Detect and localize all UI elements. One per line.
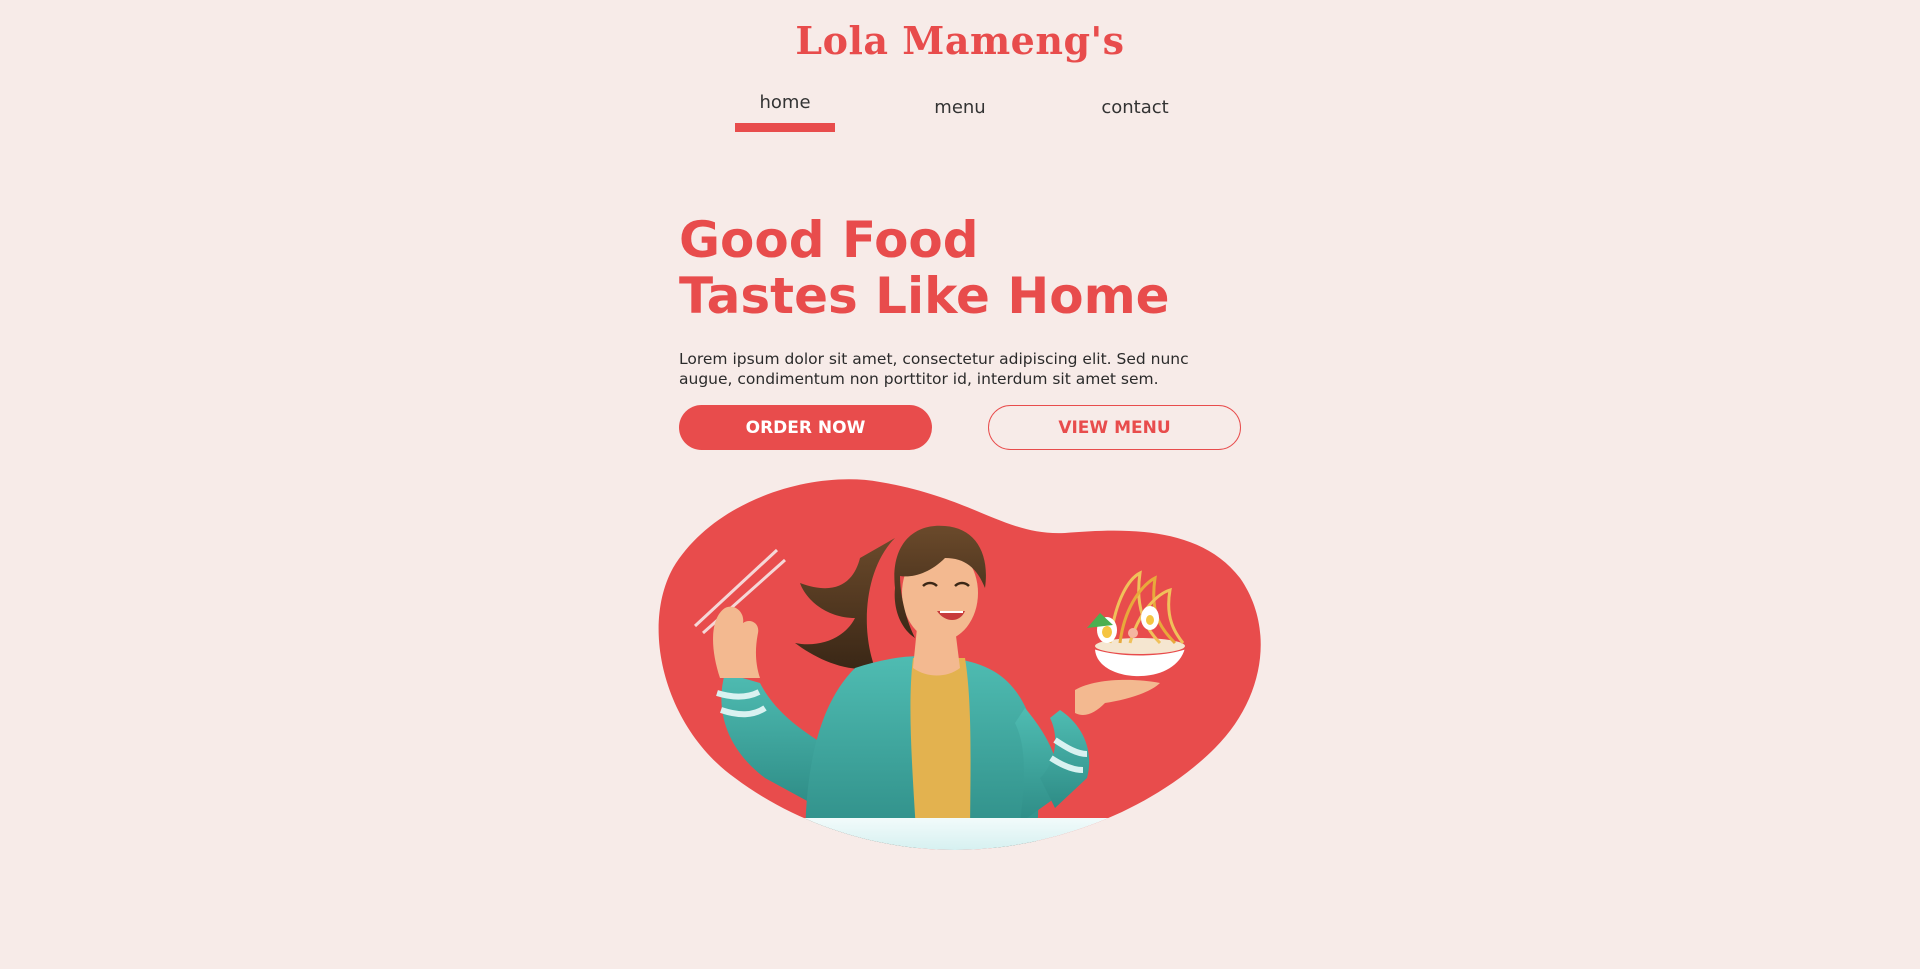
hero-description: Lorem ipsum dolor sit amet, consectetur …: [679, 350, 1189, 388]
nav-link-menu[interactable]: menu: [910, 97, 1010, 118]
headline-line-1: Good Food: [679, 211, 979, 269]
headline-line-2: Tastes Like Home: [679, 267, 1170, 325]
table: [755, 818, 1215, 851]
view-menu-button[interactable]: VIEW MENU: [988, 405, 1241, 450]
hero-headline: Good Food Tastes Like Home: [679, 212, 1170, 324]
nav-link-contact[interactable]: contact: [1085, 97, 1185, 118]
nav-link-home[interactable]: home: [735, 92, 835, 113]
nav-active-indicator: [735, 123, 835, 132]
order-now-button[interactable]: ORDER NOW: [679, 405, 932, 450]
hero-illustration: [658, 479, 1261, 851]
brand-logo[interactable]: Lola Mameng's: [0, 18, 1920, 63]
